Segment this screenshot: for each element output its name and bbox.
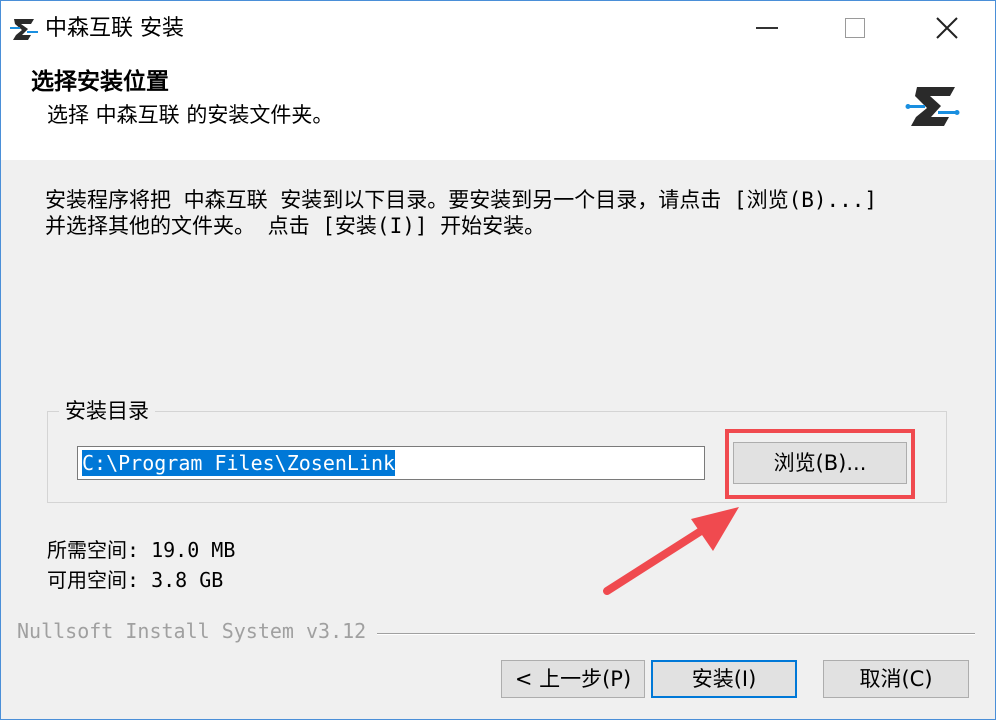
zosen-logo-icon	[10, 19, 38, 40]
minimize-icon	[756, 27, 778, 29]
browse-button[interactable]: 浏览(B)...	[733, 442, 907, 484]
back-button[interactable]: < 上一步(P)	[501, 660, 645, 698]
install-button[interactable]: 安装(I)	[651, 660, 797, 698]
maximize-button[interactable]	[809, 1, 901, 55]
page-header: 选择安装位置 选择 中森互联 的安装文件夹。	[1, 55, 995, 160]
footer-divider-highlight	[377, 634, 975, 635]
zosen-logo-icon	[905, 87, 960, 126]
page-subtitle: 选择 中森互联 的安装文件夹。	[47, 103, 334, 127]
page-title: 选择安装位置	[31, 69, 169, 95]
close-button[interactable]	[901, 1, 993, 55]
intro-text: 安装程序将把 中森互联 安装到以下目录。要安装到另一个目录，请点击 [浏览(B)…	[45, 188, 878, 238]
cancel-button[interactable]: 取消(C)	[823, 660, 969, 698]
title-bar[interactable]: 中森互联 安装	[1, 1, 995, 55]
install-dir-input[interactable]: C:\Program Files\ZosenLink	[77, 446, 705, 480]
space-required: 所需空间: 19.0 MB	[47, 538, 236, 562]
install-dir-value: C:\Program Files\ZosenLink	[82, 450, 396, 476]
install-dir-label: 安装目录	[59, 397, 155, 425]
header-divider	[1, 159, 995, 160]
installer-window: 中森互联 安装 选择安装位置 选择 中森互联 的安装文件夹。 安装程序将把 中森…	[0, 0, 996, 720]
space-available: 可用空间: 3.8 GB	[47, 568, 224, 592]
maximize-icon	[845, 18, 865, 38]
annotation-arrow-icon	[603, 507, 739, 595]
minimize-button[interactable]	[721, 1, 813, 55]
close-icon	[936, 17, 958, 39]
window-title: 中森互联 安装	[45, 16, 184, 41]
nsis-branding: Nullsoft Install System v3.12	[17, 619, 367, 643]
